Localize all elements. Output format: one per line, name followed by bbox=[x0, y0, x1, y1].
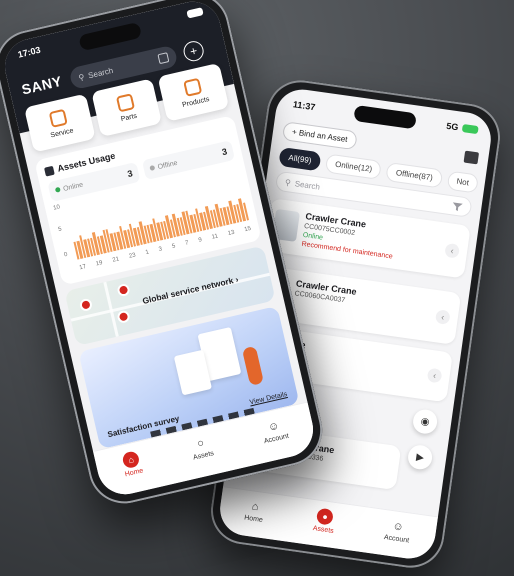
bind-asset-button[interactable]: + Bind an Asset bbox=[281, 121, 358, 151]
x-tick-label: 15 bbox=[243, 225, 252, 234]
x-tick-label: 5 bbox=[171, 243, 177, 250]
filter-not[interactable]: Not bbox=[446, 170, 480, 194]
x-tick-label: 17 bbox=[78, 263, 87, 272]
quick-label: Products bbox=[181, 95, 211, 109]
filter-all[interactable]: All(99) bbox=[278, 146, 322, 172]
map-label: Global service network bbox=[141, 275, 235, 306]
home-icon: ⌂ bbox=[121, 450, 141, 470]
scan-icon[interactable] bbox=[157, 52, 170, 65]
filter-online[interactable]: Online(12) bbox=[324, 153, 383, 180]
search-placeholder: Search bbox=[87, 65, 114, 80]
x-tick-label: 21 bbox=[111, 256, 120, 264]
offline-count: 3 bbox=[220, 146, 229, 158]
x-tick-label: 7 bbox=[184, 240, 190, 247]
offline-label: Offline bbox=[157, 159, 179, 171]
view-details-link[interactable]: View Details bbox=[249, 391, 288, 406]
x-tick-label: 3 bbox=[158, 246, 163, 254]
tab-label: Home bbox=[243, 514, 264, 524]
location-pin-icon bbox=[78, 297, 94, 313]
parts-icon bbox=[115, 92, 135, 112]
map-title: Global service network › bbox=[141, 274, 240, 306]
y-tick-label: 10 bbox=[52, 204, 61, 212]
tab-home[interactable]: ⌂ Home bbox=[120, 450, 145, 479]
x-tick-label: 13 bbox=[227, 229, 236, 238]
network-label: 5G bbox=[445, 120, 460, 133]
online-label: Online bbox=[62, 181, 84, 193]
x-tick-label: 9 bbox=[197, 237, 203, 244]
quick-label: Parts bbox=[120, 112, 138, 123]
tab-account[interactable]: ☺ Account bbox=[260, 417, 289, 446]
y-tick-label: 5 bbox=[57, 226, 63, 234]
location-pin-icon bbox=[116, 309, 131, 324]
online-count: 3 bbox=[126, 168, 134, 180]
tab-label: Assets bbox=[312, 525, 335, 535]
tab-assets[interactable]: ● Assets bbox=[312, 507, 336, 535]
asset-name: ...ne bbox=[287, 338, 442, 369]
account-icon: ☺ bbox=[391, 520, 405, 534]
assets-icon: ● bbox=[316, 507, 335, 526]
x-tick-label: 1 bbox=[144, 249, 150, 257]
tab-label: Account bbox=[383, 534, 410, 545]
y-tick-label: 0 bbox=[63, 251, 69, 259]
location-pin-icon bbox=[116, 282, 131, 298]
search-icon: ⚲ bbox=[284, 177, 292, 188]
x-tick-label: 11 bbox=[211, 233, 219, 241]
search-placeholder: Search bbox=[294, 178, 321, 192]
service-icon bbox=[48, 108, 69, 128]
x-tick-label: 19 bbox=[95, 260, 104, 268]
usage-icon bbox=[43, 165, 55, 177]
bind-asset-label: Bind an Asset bbox=[298, 128, 349, 145]
tab-label: Home bbox=[124, 467, 145, 479]
x-tick-label: 23 bbox=[128, 252, 137, 260]
home-icon: ⌂ bbox=[251, 500, 260, 514]
account-icon: ☺ bbox=[266, 419, 281, 434]
home-screen: 17:03 SANY ⚲ Search + Service Parts Prod… bbox=[0, 0, 319, 500]
product-showcase: 11:37 5G + Bind an Asset All(99) Online(… bbox=[0, 0, 514, 576]
scan-icon[interactable] bbox=[463, 150, 480, 164]
map-icon[interactable]: ◉ bbox=[411, 408, 439, 436]
battery-icon bbox=[461, 123, 479, 135]
tab-assets[interactable]: ○ Assets bbox=[189, 434, 215, 462]
products-icon bbox=[182, 77, 202, 97]
assets-icon: ○ bbox=[196, 437, 206, 451]
offline-dot-icon bbox=[149, 164, 156, 171]
search-icon: ⚲ bbox=[77, 72, 86, 83]
video-icon[interactable]: ▶ bbox=[406, 443, 434, 471]
filter-offline[interactable]: Offline(87) bbox=[385, 161, 444, 189]
tab-account[interactable]: ☺ Account bbox=[383, 518, 411, 544]
tab-home[interactable]: ⌂ Home bbox=[244, 499, 266, 524]
chevron-left-icon[interactable]: ‹ bbox=[426, 367, 443, 384]
quick-label: Service bbox=[49, 126, 75, 139]
person-illustration bbox=[241, 345, 265, 386]
status-time: 11:37 bbox=[292, 99, 316, 113]
online-dot-icon bbox=[54, 186, 61, 193]
home-phone: 17:03 SANY ⚲ Search + Service Parts Prod… bbox=[0, 0, 330, 511]
bottom-tab-bar: ⌂ Home ● Assets ☺ Account bbox=[216, 486, 439, 562]
filter-icon[interactable] bbox=[452, 201, 463, 212]
